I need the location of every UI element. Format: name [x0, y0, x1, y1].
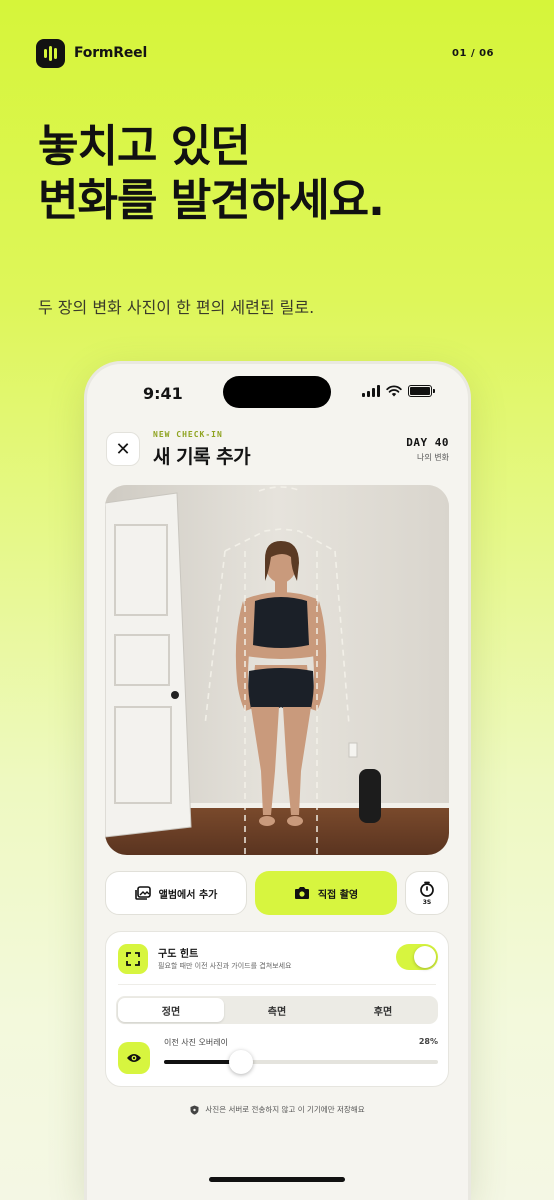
- tab-back[interactable]: 후면: [330, 998, 436, 1022]
- add-from-album-button[interactable]: 앨범에서 추가: [105, 871, 247, 915]
- add-from-album-label: 앨범에서 추가: [158, 889, 218, 901]
- home-indicator: [209, 1177, 345, 1182]
- checkin-header: ✕ NEW CHECK-IN 새 기록 추가 DAY 40 나의 변화: [106, 430, 449, 470]
- take-photo-button[interactable]: 직접 촬영: [255, 871, 397, 915]
- battery-icon: [408, 385, 435, 397]
- signal-icon: [362, 385, 380, 397]
- composition-settings-card: 구도 힌트 필요할 때만 이전 사진과 가이드를 겹쳐보세요 정면 측면 후면 …: [105, 931, 449, 1087]
- tab-front[interactable]: 정면: [118, 998, 224, 1022]
- brand-name: FormReel: [74, 45, 148, 61]
- status-bar: 9:41: [87, 364, 468, 420]
- slider-handle[interactable]: [228, 1050, 253, 1074]
- day-counter: DAY 40: [406, 436, 449, 449]
- composition-hint-toggle[interactable]: [396, 944, 438, 970]
- headline-line-2: 변화를 발견하세요.: [38, 175, 385, 226]
- page-indicator: 01 / 06: [452, 47, 494, 59]
- top-bar: FormReel 01 / 06: [36, 38, 494, 68]
- tab-side[interactable]: 측면: [224, 998, 330, 1022]
- eye-icon: [127, 1054, 141, 1062]
- capture-actions: 앨범에서 추가 직접 촬영 3S: [105, 871, 449, 915]
- headline-line-1: 놓치고 있던: [38, 121, 251, 172]
- camera-icon: [294, 887, 309, 899]
- overlay-visibility-button[interactable]: [118, 1042, 150, 1074]
- day-subtitle: 나의 변화: [417, 453, 449, 462]
- preview-image: [105, 485, 449, 855]
- status-time: 9:41: [143, 384, 183, 403]
- overlay-opacity-slider[interactable]: [164, 1050, 438, 1074]
- gallery-icon: [134, 886, 151, 900]
- view-angle-tabs: 정면 측면 후면: [116, 996, 438, 1024]
- frame-guide-icon: [118, 944, 148, 974]
- timer-icon: [420, 881, 434, 897]
- composition-hint-title: 구도 힌트: [158, 949, 199, 960]
- camera-preview[interactable]: [105, 485, 449, 855]
- dynamic-island: [223, 376, 331, 408]
- take-photo-label: 직접 촬영: [317, 889, 359, 901]
- toggle-knob: [414, 946, 436, 968]
- hero-subline: 두 장의 변화 사진이 한 편의 세련된 릴로.: [38, 298, 315, 317]
- timer-button[interactable]: 3S: [405, 871, 449, 915]
- privacy-note: 사진은 서버로 전송하지 않고 이 기기에만 저장해요: [87, 1104, 468, 1115]
- overlay-value: 28%: [418, 1037, 438, 1046]
- privacy-note-text: 사진은 서버로 전송하지 않고 이 기기에만 저장해요: [205, 1105, 365, 1114]
- close-button[interactable]: ✕: [106, 432, 140, 466]
- eyebrow-label: NEW CHECK-IN: [153, 430, 223, 439]
- status-icons: [362, 385, 435, 397]
- timer-label: 3S: [422, 898, 432, 906]
- overlay-label: 이전 사진 오버레이: [164, 1038, 228, 1047]
- divider: [118, 984, 436, 985]
- composition-hint-description: 필요할 때만 이전 사진과 가이드를 겹쳐보세요: [158, 962, 292, 970]
- wifi-icon: [386, 385, 402, 397]
- formreel-logo-icon: [36, 38, 65, 68]
- shield-icon: [190, 1105, 199, 1115]
- screen-title: 새 기록 추가: [153, 446, 251, 468]
- hero-headline: 놓치고 있던 변화를 발견하세요.: [38, 120, 385, 228]
- close-icon: ✕: [115, 438, 131, 460]
- phone-mockup: 9:41 ✕ NEW CHECK-IN 새 기록 추가 DAY 40 나의 변화: [87, 364, 468, 1200]
